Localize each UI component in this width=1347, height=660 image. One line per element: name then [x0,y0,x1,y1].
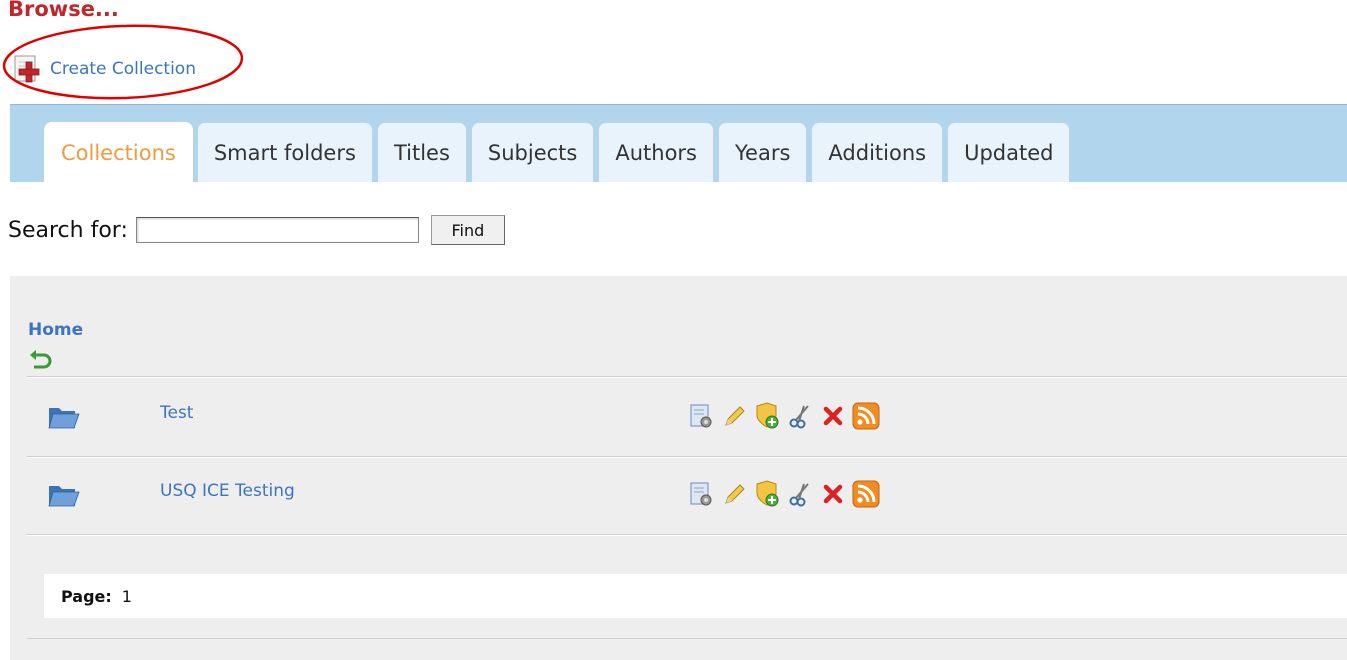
cut-scissors-icon[interactable] [786,400,814,432]
back-arrow-icon[interactable] [29,348,53,370]
search-input[interactable] [135,217,419,243]
folder-icon [48,408,80,429]
collection-row: USQ ICE Testing [27,456,1347,534]
tab-collections[interactable]: Collections [44,122,193,182]
add-permission-shield-icon[interactable] [753,400,781,432]
add-permission-shield-icon[interactable] [753,478,781,510]
breadcrumb-home-link[interactable]: Home [28,320,83,340]
rss-feed-icon[interactable] [852,400,880,432]
tab-bar: Collections Smart folders Titles Subject… [10,104,1347,182]
page-number-link[interactable]: 1 [122,587,132,606]
add-collection-icon [14,55,40,83]
tab-smart-folders[interactable]: Smart folders [196,122,373,182]
delete-x-icon[interactable] [819,400,847,432]
find-button[interactable]: Find [430,215,505,245]
divider [27,638,1347,639]
create-collection-label: Create Collection [50,59,196,79]
collection-name-link[interactable]: USQ ICE Testing [160,481,295,501]
tab-list: Collections Smart folders Titles Subject… [44,122,1074,182]
tab-authors[interactable]: Authors [598,122,714,182]
folder-icon [48,486,80,507]
tab-titles[interactable]: Titles [376,122,467,182]
cut-scissors-icon[interactable] [786,478,814,510]
properties-icon[interactable] [687,400,715,432]
page-label: Page: [61,586,112,606]
edit-pencil-icon[interactable] [720,478,748,510]
delete-x-icon[interactable] [819,478,847,510]
edit-pencil-icon[interactable] [720,400,748,432]
divider [27,535,1347,536]
tab-additions[interactable]: Additions [811,122,944,182]
row-actions [687,400,880,432]
row-actions [687,478,880,510]
create-collection-link[interactable]: Create Collection [12,54,196,84]
search-bar: Search for: Find [8,212,505,248]
search-label: Search for: [8,217,128,243]
page-title: Browse... [8,0,119,21]
pagination: Page: 1 [44,574,1347,618]
properties-icon[interactable] [687,478,715,510]
browse-panel: Home Test USQ ICE Testing Page: 1 [10,276,1347,660]
tab-years[interactable]: Years [718,122,808,182]
collection-row: Test [27,378,1347,456]
collection-name-link[interactable]: Test [160,403,193,423]
tab-updated[interactable]: Updated [947,122,1071,182]
tab-subjects[interactable]: Subjects [470,122,595,182]
rss-feed-icon[interactable] [852,478,880,510]
